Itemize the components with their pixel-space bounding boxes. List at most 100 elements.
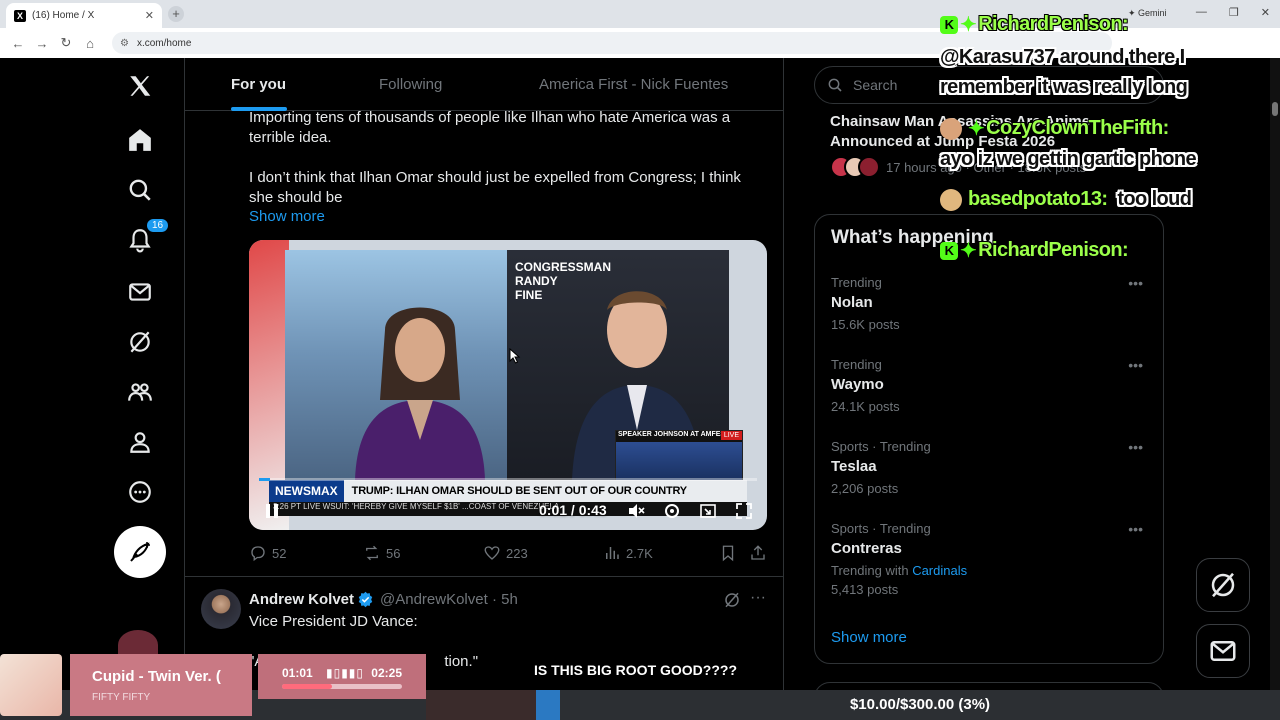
tab-america-first[interactable]: America First - Nick Fuentes — [539, 76, 728, 93]
reload-icon[interactable]: ↻ — [56, 35, 76, 51]
news-avatar — [858, 156, 880, 178]
messages-floating-button[interactable] — [1196, 624, 1250, 678]
song-progress-bar — [282, 684, 402, 689]
like-count: 223 — [506, 545, 528, 561]
trending-with-label: Trending with — [831, 563, 909, 578]
tab-for-you[interactable]: For you — [231, 76, 286, 93]
grok-icon[interactable] — [122, 324, 158, 360]
x-favicon-icon: X — [14, 9, 26, 22]
home-icon[interactable]: ⌂ — [80, 36, 100, 51]
communities-icon[interactable] — [122, 374, 158, 410]
tab-following[interactable]: Following — [379, 76, 442, 93]
trend-item[interactable]: Sports · Trending Contreras Trending wit… — [831, 521, 1151, 597]
repost-button[interactable]: 56 — [363, 544, 400, 562]
chat-message: K ✦ RichardPenison: — [940, 12, 1129, 37]
chat-message-text: @Karasu737 around there I — [940, 46, 1185, 69]
kick-badge-icon: K — [940, 241, 958, 260]
home-icon[interactable] — [122, 122, 158, 158]
now-playing-progress: 01:01 ▮▯▮▮▯ 02:25 — [258, 654, 426, 699]
trending-with-link[interactable]: Cardinals — [912, 563, 967, 578]
trend-name: Nolan — [831, 294, 873, 311]
tab-close-icon[interactable]: ✕ — [145, 9, 154, 22]
trend-posts: 2,206 posts — [831, 481, 899, 496]
stream-chat-overlay: K ✦ RichardPenison: @Karasu737 around ther… — [940, 12, 1280, 272]
now-playing-info: Cupid - Twin Ver. ( FIFTY FIFTY — [70, 654, 252, 716]
equalizer-icon: ▮▯▮▮▯ — [326, 666, 365, 680]
trending-with: Trending with Cardinals — [831, 563, 1151, 578]
post-text-line: she should be — [249, 189, 343, 206]
browser-tab[interactable]: X (16) Home / X ✕ — [6, 3, 162, 28]
strip-segment — [426, 690, 536, 720]
trend-name: Waymo — [831, 376, 884, 393]
show-more-trends-link[interactable]: Show more — [831, 629, 907, 646]
new-tab-button[interactable]: + — [168, 6, 184, 22]
left-nav: 16 — [110, 58, 170, 720]
trend-posts: 24.1K posts — [831, 399, 900, 414]
explore-search-icon[interactable] — [122, 172, 158, 208]
views-button[interactable]: 2.7K — [603, 544, 653, 562]
trend-more-icon[interactable]: ••• — [1128, 521, 1143, 537]
url-text: x.com/home — [136, 37, 192, 49]
chat-username: CozyClownTheFifth: — [986, 116, 1169, 139]
profile-icon[interactable] — [122, 424, 158, 460]
show-more-link[interactable]: Show more — [249, 208, 325, 225]
author-name[interactable]: Andrew Kolvet — [249, 591, 354, 608]
x-logo-icon[interactable] — [122, 68, 158, 104]
anchor-figure — [355, 307, 485, 480]
share-button[interactable] — [749, 544, 767, 562]
settings-gear-icon[interactable] — [663, 502, 681, 520]
trend-more-icon[interactable]: ••• — [1128, 357, 1143, 373]
author-avatar[interactable] — [201, 589, 241, 629]
chat-text: remember it was really long — [940, 76, 1188, 98]
post-text: Vice President JD Vance: — [249, 613, 418, 630]
chat-text: too loud — [1117, 188, 1192, 210]
like-button[interactable]: 223 — [483, 544, 528, 562]
notifications-bell-icon[interactable]: 16 — [122, 218, 170, 258]
pause-icon[interactable] — [263, 502, 281, 520]
video-progress-fill — [259, 478, 271, 481]
trend-context: Sports · Trending — [831, 521, 931, 536]
post-text-line: terrible idea. — [249, 129, 332, 146]
trend-item[interactable]: Trending Waymo 24.1K posts ••• — [831, 357, 1151, 414]
whats-happening-panel: What’s happening Trending Nolan 15.6K po… — [814, 214, 1164, 664]
trend-name: Contreras — [831, 540, 902, 557]
more-options-icon[interactable] — [122, 474, 158, 510]
trend-item[interactable]: Sports · Trending Teslaa 2,206 posts ••• — [831, 439, 1151, 496]
reply-button[interactable]: 52 — [249, 544, 286, 562]
sparkle-badge-icon: ✦ — [968, 118, 985, 140]
stream-caption: IS THIS BIG ROOT GOOD???? — [534, 662, 737, 678]
back-icon[interactable]: ← — [8, 36, 28, 51]
author-handle[interactable]: @AndrewKolvet · 5h — [380, 591, 518, 608]
trend-more-icon[interactable]: ••• — [1128, 275, 1143, 291]
repost-icon — [366, 545, 378, 561]
bookmark-button[interactable] — [719, 544, 737, 562]
chat-message: ✦ CozyClownTheFifth: — [940, 116, 1169, 141]
video-player[interactable]: CONGRESSMAN RANDY FINE SPEAKER JOHNSON A… — [249, 240, 767, 530]
fullscreen-icon[interactable] — [735, 502, 753, 520]
video-progress-bar[interactable] — [259, 478, 757, 481]
trend-context: Sports · Trending — [831, 439, 931, 454]
messages-envelope-icon[interactable] — [122, 274, 158, 310]
site-info-icon[interactable]: ⚙ — [120, 38, 129, 49]
video-backdrop-text: CONGRESSMAN RANDY FINE — [515, 260, 612, 302]
trend-item[interactable]: Trending Nolan 15.6K posts ••• — [831, 275, 1151, 332]
feed-tabs: For you Following America First - Nick F… — [185, 58, 783, 111]
trend-name: Teslaa — [831, 458, 877, 475]
grok-icon[interactable] — [723, 591, 741, 609]
mute-icon[interactable] — [627, 502, 645, 520]
chat-username: basedpotato13: — [968, 188, 1108, 210]
chat-message-text: ayo iz we gettin gartic phone — [940, 148, 1197, 171]
grok-floating-button[interactable] — [1196, 558, 1250, 612]
compose-post-button[interactable] — [114, 526, 166, 578]
video-time: 0:01 / 0:43 — [539, 502, 607, 518]
video-left-panel — [285, 250, 507, 480]
trend-more-icon[interactable]: ••• — [1128, 439, 1143, 455]
verified-badge-icon — [358, 591, 373, 608]
repost-count: 56 — [386, 545, 401, 561]
picture-in-picture-icon[interactable] — [699, 502, 717, 520]
forward-icon[interactable]: → — [32, 36, 52, 51]
tab-title: (16) Home / X — [32, 10, 95, 21]
bookmark-icon — [722, 545, 734, 562]
more-options-icon[interactable]: ··· — [750, 589, 766, 607]
post-text-line: Importing tens of thousands of people li… — [249, 109, 731, 126]
